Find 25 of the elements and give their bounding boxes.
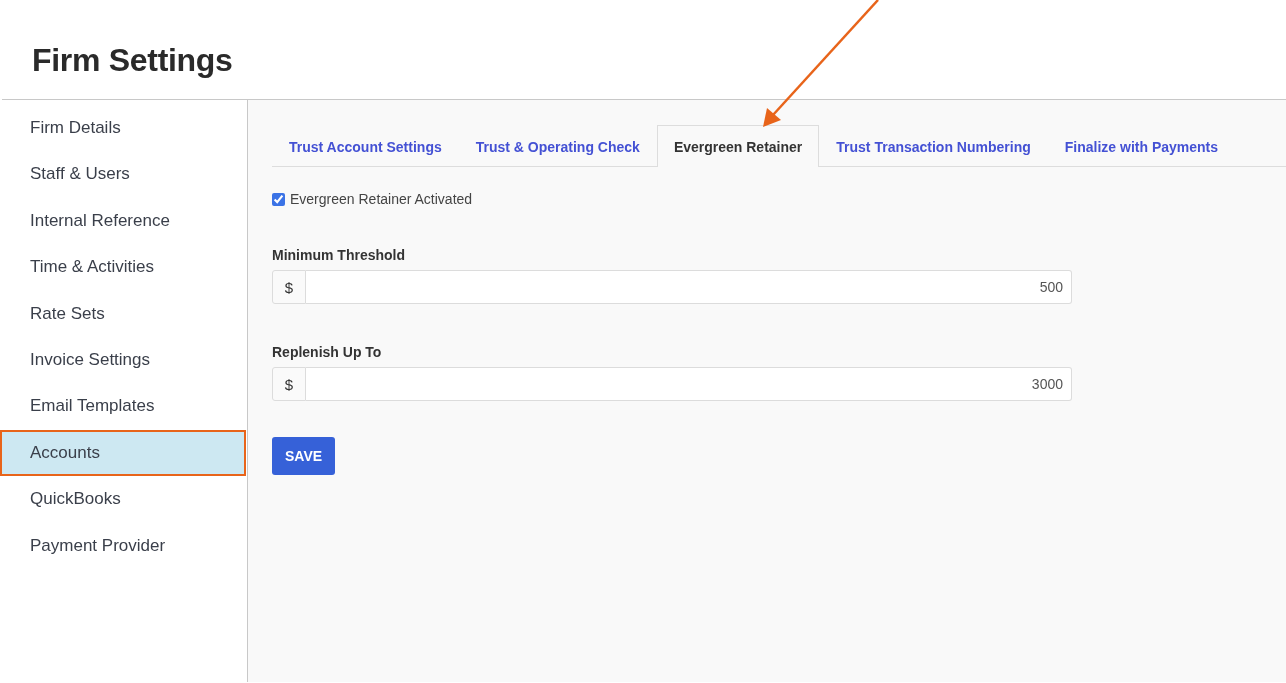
currency-prefix: $ — [272, 270, 306, 304]
currency-prefix: $ — [272, 367, 306, 401]
tab[interactable]: Evergreen Retainer — [656, 125, 820, 167]
tab[interactable]: Trust Transaction Numbering — [819, 125, 1048, 167]
field-label: Minimum Threshold — [272, 247, 406, 263]
amount-field[interactable]: 3000 — [306, 367, 1072, 401]
sidebar-item[interactable]: Accounts — [0, 429, 246, 477]
sidebar-item[interactable]: Payment Provider — [0, 522, 246, 569]
sidebar-item[interactable]: Time & Activities — [0, 244, 246, 291]
amount-field[interactable]: 500 — [306, 270, 1072, 304]
save-button[interactable]: SAVE — [272, 437, 336, 475]
sidebar-item[interactable]: Internal Reference — [0, 197, 246, 245]
sidebar-item[interactable]: Staff & Users — [0, 151, 246, 198]
checkbox-label: Evergreen Retainer Activated — [290, 191, 473, 207]
sidebar-item[interactable]: Email Templates — [0, 383, 246, 430]
field-label: Replenish Up To — [272, 344, 383, 360]
tab[interactable]: Finalize with Payments — [1047, 125, 1236, 167]
tab[interactable]: Trust & Operating Check — [458, 125, 657, 167]
sidebar-item[interactable]: Rate Sets — [0, 290, 246, 337]
sidebar-item[interactable]: QuickBooks — [0, 476, 246, 523]
sidebar-item[interactable]: Invoice Settings — [0, 336, 246, 384]
checkbox[interactable] — [272, 192, 285, 206]
tab[interactable]: Trust Account Settings — [272, 125, 459, 167]
sidebar-item[interactable]: Firm Details — [0, 105, 246, 152]
page-title: Firm Settings — [32, 42, 233, 79]
